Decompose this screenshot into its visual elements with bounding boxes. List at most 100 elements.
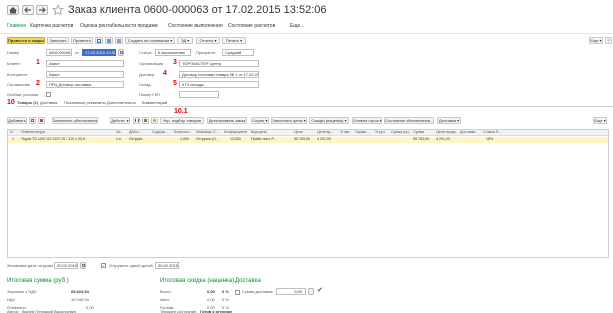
series-button[interactable]: Серии ▾ [251, 117, 269, 124]
print-button[interactable]: Печать ▾ [222, 37, 246, 44]
tab-additional[interactable]: Дополнительно [107, 100, 136, 106]
col-vat-rate[interactable]: Ставка Н... [483, 130, 505, 135]
col-price-type[interactable]: Вид цены [251, 130, 279, 135]
delivery-sum-field[interactable]: 0,00 [276, 288, 306, 295]
post-and-close-button[interactable]: Провести и закрыть [7, 37, 45, 44]
col-coefficient[interactable]: Коэффициент [224, 130, 248, 135]
nav-more[interactable]: Еще... [290, 23, 304, 29]
client-label: Клиент [7, 61, 21, 66]
nav-settlement-card[interactable]: Карточка расчетов [30, 23, 73, 29]
fill-provision-button[interactable]: Заполнить обеспечение [52, 117, 98, 124]
cancel-rows-button[interactable]: Отмена строк ▾ [352, 117, 382, 124]
cell-sale-price: 4 291,00 [436, 137, 450, 141]
col-pct-manual[interactable]: % руч. [375, 130, 389, 135]
one-date-checkbox[interactable]: ✓ [101, 263, 106, 268]
create-based-button[interactable]: Создать на основании ▾ [125, 37, 175, 44]
table-header: N Номенклатура Ха... Дейст... Содерж... … [8, 130, 608, 136]
delivery-sum-checkbox[interactable] [235, 290, 240, 295]
nav-settlement-state[interactable]: Состояние расчетов [228, 23, 275, 29]
col-char[interactable]: Ха... [116, 130, 128, 135]
copy-row-button[interactable] [29, 117, 36, 124]
cancelled-value: 0,00 [86, 305, 94, 310]
nav-main[interactable]: Главное [7, 23, 26, 29]
structure-button[interactable] [105, 37, 113, 44]
shipping-calendar-button[interactable] [80, 262, 86, 269]
col-action[interactable]: Дейст... [129, 130, 147, 135]
warning-button[interactable] [151, 117, 158, 124]
delivery-button[interactable]: Доставка ▾ [437, 117, 461, 124]
warning-icon [153, 119, 156, 122]
col-delivery[interactable]: Доставка [460, 130, 480, 135]
contragent-field[interactable]: Авист [46, 71, 124, 78]
tab-goods[interactable]: Товары (1) [17, 100, 38, 106]
nav-execution-state[interactable]: Состояние выполнения [168, 23, 223, 29]
col-package[interactable]: Упаковка, Е... [196, 130, 222, 135]
tab-delivery[interactable]: Доставка [40, 100, 57, 106]
org-field[interactable]: ТОРГМАСТЕР Центр [179, 60, 259, 67]
cell-price: 55 783,00 [294, 137, 310, 141]
delete-icon [40, 119, 43, 122]
reports-button[interactable]: Отчеты ▾ [196, 37, 220, 44]
barcode-button[interactable] [133, 117, 140, 124]
back-button[interactable] [22, 5, 34, 15]
star-icon[interactable] [52, 4, 64, 16]
shipping-date-field[interactable]: 20.02.2015 [54, 262, 78, 269]
fill-prices-button[interactable]: Заполнить цены ▾ [271, 117, 307, 124]
table-more-button[interactable]: Еще ▾ [593, 117, 607, 124]
discounts-button[interactable]: Скидки (наценки) ▾ [309, 117, 349, 124]
tsd-button[interactable] [142, 117, 149, 124]
files-button[interactable] [115, 37, 123, 44]
actions-button[interactable]: Действ. ▾ [110, 117, 130, 124]
col-nomenclature[interactable]: Номенклатура [21, 130, 91, 135]
tab-payment[interactable]: Платежные реквизиты [64, 100, 106, 106]
provision-state-button[interactable]: Состояние обеспечения... [384, 117, 434, 124]
contract-field[interactable]: Договор поставки товара № 1 от 17.02.201… [179, 71, 259, 78]
delivery-sum-calc-button[interactable] [308, 288, 314, 295]
col-sum[interactable]: Сумма [413, 130, 433, 135]
cell-action: Отгрузи... [129, 137, 146, 141]
status-field[interactable]: К выполнению [155, 49, 191, 56]
date-picker-button[interactable] [118, 49, 124, 56]
col-pct-auto[interactable]: % авт. [340, 130, 354, 135]
agreement-field[interactable]: ПРЦ Договор поставки [46, 81, 124, 88]
special-conditions-label: Особые условия [7, 92, 38, 97]
col-sum-auto[interactable]: Сумма ... [355, 130, 373, 135]
special-conditions-checkbox[interactable] [46, 92, 51, 97]
col-price[interactable]: Цена [294, 130, 314, 135]
discount-title: Итоговая скидка (наценка) [160, 278, 235, 284]
col-n[interactable]: N [10, 130, 18, 135]
add-row-button[interactable]: Добавить [7, 117, 27, 124]
home-button[interactable] [7, 5, 19, 15]
col-quantity[interactable]: Количест... [174, 130, 194, 135]
client-field[interactable]: Авист [46, 60, 124, 67]
table-row[interactable]: 1 Trypta ТО 1007 АЗ SCR 15 - 310 х 20,0 … [8, 137, 608, 143]
date-field[interactable]: 17.02.2015 13:52:06 [82, 49, 116, 56]
agreement-label: Соглашение [7, 82, 31, 87]
help-button[interactable]: ? [605, 37, 612, 44]
number-label: Номер [7, 50, 20, 55]
save-button[interactable]: Записать [47, 37, 69, 44]
col-sum-manual[interactable]: Сумма руч... [391, 130, 411, 135]
detail-order-button[interactable]: Детализовать заказ [207, 117, 247, 124]
nav-profitability[interactable]: Оценка рентабельности продажи [80, 23, 158, 29]
confirm-check-icon[interactable]: ✔ [317, 287, 323, 295]
forward-button[interactable] [36, 5, 48, 15]
gpu-field[interactable] [179, 91, 219, 98]
more-button[interactable]: Еще ▾ [589, 37, 603, 44]
col-content[interactable]: Содерж... [152, 130, 172, 135]
one-date-label: Отгружать одной датой: [109, 263, 154, 268]
document-movements-button[interactable] [95, 37, 103, 44]
priority-field[interactable]: Средний [222, 49, 254, 56]
edi-button[interactable]: ЭД ▾ [177, 37, 193, 44]
col-sale-price[interactable]: Цена прода... [436, 130, 458, 135]
delete-row-button[interactable] [38, 117, 45, 124]
col-price-vr[interactable]: Цена вр... [317, 130, 337, 135]
calendar-icon [120, 51, 123, 54]
warehouse-field[interactable]: КТЗ склады [179, 81, 259, 88]
post-button[interactable]: Провести [71, 37, 93, 44]
one-date-field[interactable]: 20.02.2015 [155, 262, 179, 269]
tab-comment[interactable]: Комментарий [142, 100, 167, 106]
pick-goods-button[interactable]: Упр. подбор товаров [160, 117, 204, 124]
discount-total-pct: 0 % [222, 289, 229, 294]
number-field[interactable]: 0600-000063 [46, 49, 72, 56]
